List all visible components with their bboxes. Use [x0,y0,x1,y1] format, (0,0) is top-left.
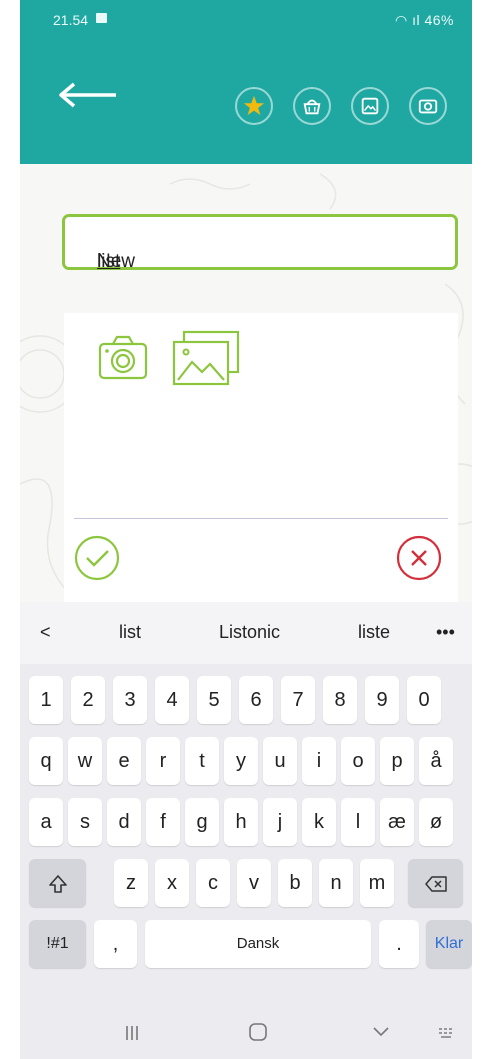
key[interactable]: 5 [197,676,231,724]
star-icon [243,95,265,116]
status-battery: ◠ ıl 46% [395,12,454,29]
backspace-icon [424,875,447,892]
keyboard-switch-icon[interactable] [438,1026,456,1040]
chevron-down-icon[interactable] [372,1026,390,1038]
key[interactable]: d [107,798,141,846]
camera-icon[interactable] [98,332,148,382]
gallery-header-button[interactable] [351,87,389,125]
list-name-underlined: list [97,251,121,272]
basket-button[interactable] [293,87,331,125]
image-icon [361,97,379,115]
confirm-check-icon[interactable] [73,534,121,582]
key[interactable]: 0 [407,676,441,724]
key[interactable]: t [185,737,219,785]
key[interactable]: b [278,859,312,907]
home-icon[interactable] [248,1022,268,1042]
key[interactable]: c [196,859,230,907]
key[interactable]: 7 [281,676,315,724]
key[interactable]: h [224,798,258,846]
recent-apps-icon[interactable] [123,1024,141,1042]
key[interactable]: w [68,737,102,785]
calendar-icon [96,13,107,23]
key[interactable]: v [237,859,271,907]
key[interactable]: x [155,859,189,907]
suggestion-bar: < list Listonic liste ••• [20,602,472,664]
space-key[interactable]: Dansk [145,920,371,968]
arrow-left-icon[interactable] [56,80,120,110]
enter-key[interactable]: Klar [426,920,472,968]
key[interactable]: o [341,737,375,785]
card-divider [74,518,448,519]
status-bar: 21.54 ◠ ıl 46% [20,0,472,40]
key[interactable]: 6 [239,676,273,724]
key[interactable]: g [185,798,219,846]
backspace-key[interactable] [408,859,463,907]
key[interactable]: 1 [29,676,63,724]
keyboard: < list Listonic liste ••• 1 2 3 4 5 6 7 … [20,602,472,1059]
list-name-input[interactable]: New list [62,214,458,272]
basket-icon [303,99,321,115]
camera-header-button[interactable] [409,87,447,125]
key[interactable]: æ [380,798,414,846]
key[interactable]: e [107,737,141,785]
attachment-card [64,313,458,626]
key[interactable]: j [263,798,297,846]
suggestion-item[interactable]: liste [358,622,390,643]
key[interactable]: l [341,798,375,846]
system-nav-bar [20,1007,472,1059]
battery-percent: 46% [424,12,454,28]
key[interactable]: p [380,737,414,785]
suggestion-item[interactable]: list [119,622,141,643]
shift-icon [48,874,67,893]
key[interactable]: r [146,737,180,785]
key[interactable]: 9 [365,676,399,724]
key[interactable]: q [29,737,63,785]
key[interactable]: i [302,737,336,785]
key[interactable]: n [319,859,353,907]
cancel-x-icon[interactable] [395,534,443,582]
symbols-key[interactable]: !#1 [29,920,86,968]
app-header [20,40,472,164]
key[interactable]: k [302,798,336,846]
more-icon[interactable]: ••• [436,622,455,643]
key[interactable]: m [360,859,394,907]
shift-key[interactable] [29,859,86,907]
wifi-signal-icon: ◠ ıl [394,12,425,28]
gallery-icon[interactable] [172,330,240,386]
key[interactable]: u [263,737,297,785]
key[interactable]: 3 [113,676,147,724]
suggestion-item[interactable]: Listonic [219,622,280,643]
period-key[interactable]: . [379,920,419,968]
key[interactable]: z [114,859,148,907]
status-time: 21.54 [53,12,89,28]
key[interactable]: 4 [155,676,189,724]
chevron-left-icon[interactable]: < [40,622,51,643]
key[interactable]: å [419,737,453,785]
favorite-button[interactable] [235,87,273,125]
key[interactable]: y [224,737,258,785]
app-screen: 21.54 ◠ ıl 46% New list < list Listonic … [20,0,472,1059]
key[interactable]: 8 [323,676,357,724]
key[interactable]: ø [419,798,453,846]
camera-icon [418,99,438,114]
key[interactable]: 2 [71,676,105,724]
key[interactable]: s [68,798,102,846]
key[interactable]: a [29,798,63,846]
comma-key[interactable]: , [94,920,137,968]
key[interactable]: f [146,798,180,846]
